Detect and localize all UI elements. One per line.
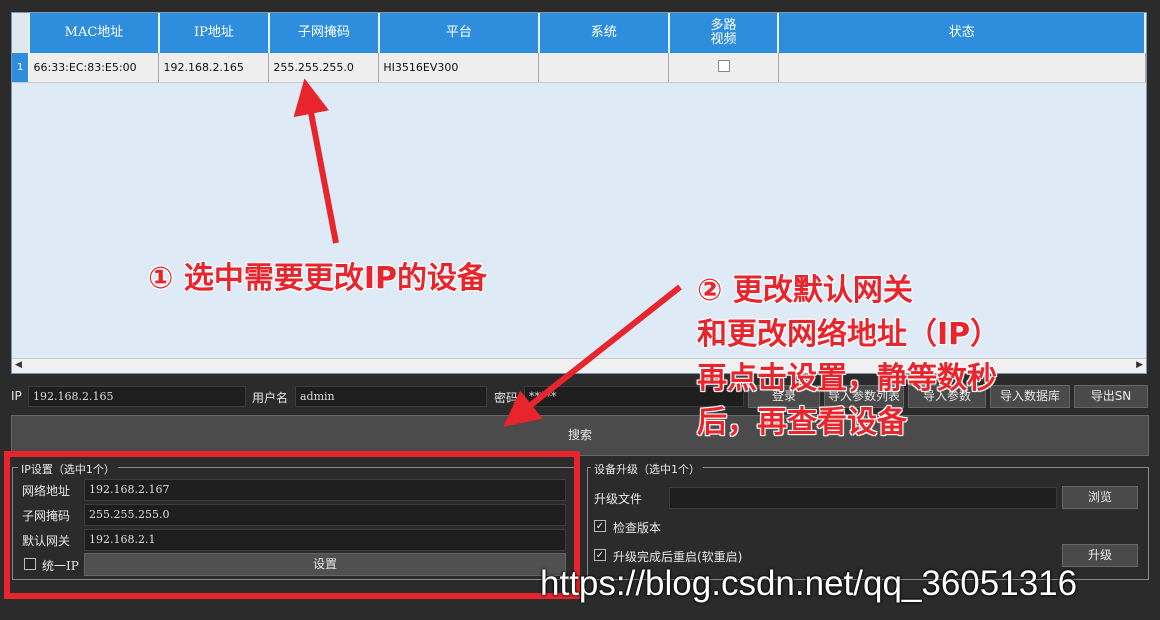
watermark: https://blog.csdn.net/qq_36051316 (540, 564, 1078, 603)
annotation-step1: ① 选中需要更改IP的设备 (148, 261, 487, 296)
annotation-step2-line3: 再点击设置，静等数秒 (697, 361, 997, 396)
annotation-step2-line4: 后，再查看设备 (697, 405, 907, 440)
annotation-step2-line1: ② 更改默认网关 (697, 273, 913, 308)
highlight-box (4, 451, 580, 599)
arrow-to-table-row (293, 78, 339, 244)
annotation-step2-line2: 和更改网络地址（IP） (697, 317, 1001, 352)
arrow-to-password-field (503, 284, 682, 427)
